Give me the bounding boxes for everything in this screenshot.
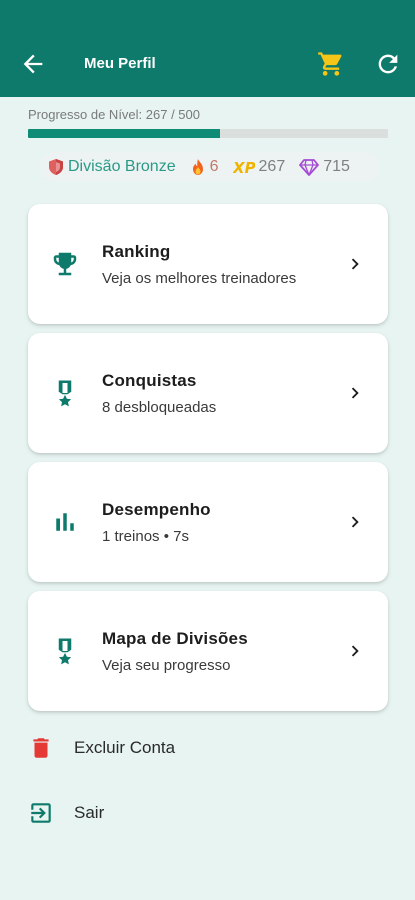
fire-icon (192, 159, 203, 175)
division-stat: Divisão Bronze (48, 158, 176, 176)
level-progress-label: Progresso de Nível: 267 / 500 (28, 107, 200, 122)
trophy-icon (53, 252, 77, 276)
level-progress-fill (28, 129, 221, 138)
back-button[interactable] (19, 50, 47, 78)
chevron-right-icon (351, 645, 359, 657)
refresh-icon (378, 54, 398, 74)
division-map-card[interactable]: Mapa de Divisões Veja seu progresso (28, 591, 388, 711)
division-map-subtitle: Veja seu progresso (102, 657, 231, 674)
division-map-title: Mapa de Divisões (102, 629, 248, 648)
stats-bar: Divisão Bronze 6 XP 267 715 (40, 152, 380, 182)
logout-icon (31, 803, 51, 823)
streak-count: 6 (209, 158, 219, 175)
shield-icon (49, 159, 63, 175)
achievements-title: Conquistas (102, 371, 197, 390)
xp-icon: XP (233, 159, 255, 176)
achievements-card[interactable]: Conquistas 8 desbloqueadas (28, 333, 388, 453)
medal-icon (58, 380, 72, 407)
performance-title: Desempenho (102, 500, 211, 519)
level-progress-bar (28, 129, 388, 138)
trash-icon (33, 738, 49, 758)
page-title: Meu Perfil (84, 55, 156, 72)
xp-badge-text: XP (233, 159, 255, 176)
chevron-right-icon (351, 258, 359, 270)
gems-count: 715 (323, 158, 350, 175)
ranking-subtitle: Veja os melhores treinadores (102, 270, 297, 287)
logout-button[interactable]: Sair (28, 797, 328, 827)
app-bar: Meu Perfil (0, 0, 415, 97)
division-label: Divisão Bronze (68, 158, 176, 175)
shopping-cart-icon (318, 52, 342, 76)
xp-count: 267 (258, 158, 286, 175)
diamond-icon (299, 159, 320, 176)
chevron-right-icon (351, 516, 359, 528)
streak-stat: 6 (190, 158, 219, 176)
chevron-right-icon (351, 387, 359, 399)
performance-card[interactable]: Desempenho 1 treinos • 7s (28, 462, 388, 582)
ranking-title: Ranking (102, 242, 171, 261)
xp-stat: XP 267 (233, 158, 286, 176)
delete-account-label: Excluir Conta (74, 738, 176, 757)
medal-icon (58, 638, 72, 665)
achievements-subtitle: 8 desbloqueadas (102, 399, 217, 416)
refresh-button[interactable] (374, 50, 402, 78)
logout-label: Sair (74, 803, 105, 822)
ranking-card[interactable]: Ranking Veja os melhores treinadores (28, 204, 388, 324)
arrow-left-icon (23, 54, 43, 74)
gems-stat: 715 (299, 158, 350, 176)
delete-account-button[interactable]: Excluir Conta (28, 732, 328, 762)
bar-chart-icon (56, 513, 74, 531)
cart-button[interactable] (317, 50, 345, 78)
performance-subtitle: 1 treinos • 7s (102, 528, 189, 545)
